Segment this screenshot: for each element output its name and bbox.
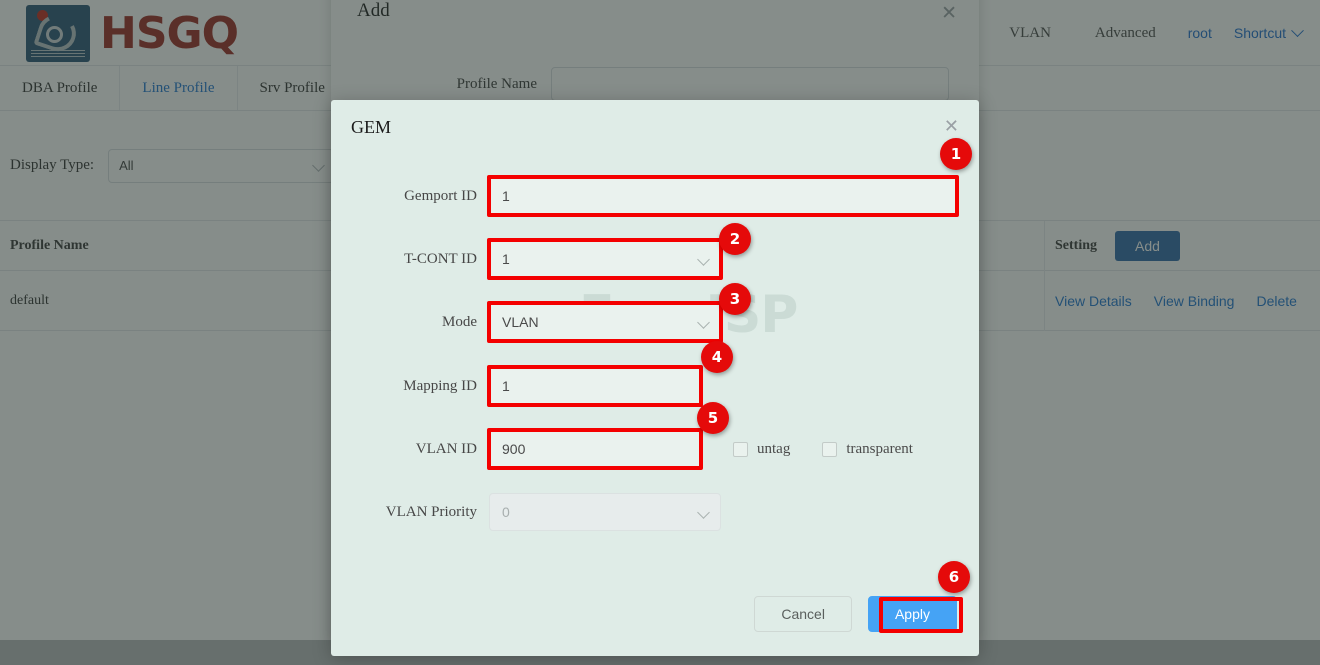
- callout-badge-2: 2: [719, 223, 751, 255]
- display-type-label: Display Type:: [10, 157, 94, 174]
- callout-badge-4: 4: [701, 341, 733, 373]
- top-navigation: VLAN Advanced root Shortcut: [987, 0, 1310, 66]
- gemport-id-input[interactable]: 1: [489, 177, 957, 215]
- transparent-checkbox[interactable]: [822, 442, 837, 457]
- vlan-id-value: 900: [502, 441, 525, 457]
- delete-link[interactable]: Delete: [1256, 293, 1296, 309]
- vlan-id-input[interactable]: 900: [489, 430, 701, 468]
- add-button[interactable]: Add: [1115, 231, 1180, 261]
- chevron-down-icon: [697, 253, 710, 266]
- app-root: HSGQ VLAN Advanced root Shortcut DBA Pro…: [0, 0, 1320, 665]
- display-type-select[interactable]: All: [108, 149, 334, 183]
- mapping-id-label: Mapping ID: [331, 378, 489, 395]
- field-row-mapping-id: Mapping ID 1: [331, 367, 979, 405]
- column-header-setting-label: Setting: [1055, 238, 1097, 254]
- chevron-down-icon: [312, 159, 325, 172]
- hsgq-logo-icon: [26, 5, 90, 62]
- nav-shortcut-label: Shortcut: [1234, 25, 1286, 41]
- vlan-id-label: VLAN ID: [331, 441, 489, 458]
- vlan-priority-value: 0: [502, 504, 510, 520]
- nav-user-root[interactable]: root: [1178, 0, 1222, 66]
- profile-name-label: Profile Name: [331, 76, 551, 93]
- gem-dialog-actions: Cancel Apply: [754, 596, 957, 632]
- gem-dialog-title: GEM: [351, 117, 391, 138]
- field-row-mode: Mode VLAN: [331, 303, 979, 341]
- untag-label: untag: [757, 441, 790, 458]
- transparent-checkbox-wrap[interactable]: transparent: [822, 441, 913, 458]
- cancel-button[interactable]: Cancel: [754, 596, 852, 632]
- brand-logo[interactable]: HSGQ: [26, 5, 238, 62]
- profile-name-input[interactable]: [551, 67, 949, 101]
- gemport-id-label: Gemport ID: [331, 188, 489, 205]
- transparent-label: transparent: [846, 441, 913, 458]
- mode-value: VLAN: [502, 314, 539, 330]
- callout-badge-6: 6: [938, 561, 970, 593]
- mode-select[interactable]: VLAN: [489, 303, 721, 341]
- field-row-gemport-id: Gemport ID 1: [331, 177, 979, 215]
- view-details-link[interactable]: View Details: [1055, 293, 1132, 309]
- nav-shortcut[interactable]: Shortcut: [1222, 0, 1310, 66]
- tab-line-profile[interactable]: Line Profile: [120, 66, 237, 110]
- apply-button[interactable]: Apply: [868, 596, 957, 632]
- tab-dba-profile[interactable]: DBA Profile: [0, 66, 120, 110]
- tcont-id-label: T-CONT ID: [331, 251, 489, 268]
- chevron-down-icon: [1291, 24, 1304, 37]
- field-row-vlan-id: VLAN ID 900 untag transparent: [331, 430, 979, 468]
- close-icon[interactable]: ✕: [944, 117, 959, 135]
- mode-label: Mode: [331, 314, 489, 331]
- column-header-setting: Setting Add: [1045, 221, 1320, 271]
- untag-checkbox-wrap[interactable]: untag: [733, 441, 790, 458]
- nav-item-vlan[interactable]: VLAN: [987, 0, 1073, 66]
- gem-dialog: GEM ✕ ForoISP Gemport ID 1 T-CONT ID 1 M…: [331, 100, 979, 656]
- callout-badge-5: 5: [697, 402, 729, 434]
- field-row-tcont-id: T-CONT ID 1: [331, 240, 979, 278]
- gemport-id-value: 1: [502, 188, 510, 204]
- callout-badge-1: 1: [940, 138, 972, 170]
- untag-checkbox[interactable]: [733, 442, 748, 457]
- view-binding-link[interactable]: View Binding: [1154, 293, 1235, 309]
- display-type-value: All: [119, 158, 133, 173]
- vlan-priority-select[interactable]: 0: [489, 493, 721, 531]
- vlan-priority-label: VLAN Priority: [331, 504, 489, 521]
- tcont-id-select[interactable]: 1: [489, 240, 721, 278]
- callout-badge-3: 3: [719, 283, 751, 315]
- close-icon[interactable]: ✕: [941, 4, 957, 23]
- field-row-vlan-priority: VLAN Priority 0: [331, 493, 979, 531]
- add-dialog-profile-name-row: Profile Name: [331, 67, 979, 101]
- chevron-down-icon: [697, 316, 710, 329]
- nav-item-advanced[interactable]: Advanced: [1073, 0, 1178, 66]
- mapping-id-value: 1: [502, 378, 510, 394]
- add-dialog-title: Add: [357, 0, 390, 22]
- cell-actions: View Details View Binding Delete: [1045, 271, 1320, 331]
- tcont-id-value: 1: [502, 251, 510, 267]
- brand-name: HSGQ: [100, 8, 238, 59]
- chevron-down-icon: [697, 506, 710, 519]
- mapping-id-input[interactable]: 1: [489, 367, 701, 405]
